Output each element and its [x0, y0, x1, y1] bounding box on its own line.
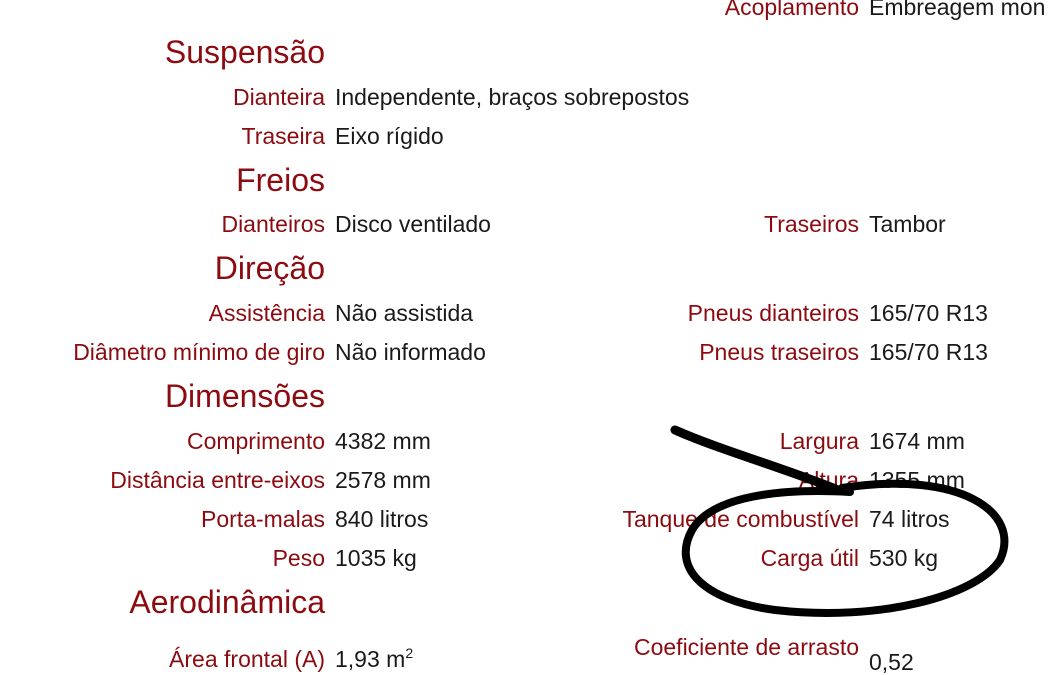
porta-malas-label: Porta-malas [201, 506, 325, 532]
section-title-suspensao: Suspensão [164, 34, 325, 70]
altura-label: Altura [798, 467, 859, 493]
diametro-giro-value: Não informado [335, 339, 486, 365]
freios-traseiros-value: Tambor [869, 211, 946, 237]
traseira-label: Traseira [241, 123, 326, 149]
dianteira-value: Independente, braços sobrepostos [335, 84, 690, 110]
pneus-traseiros-label: Pneus traseiros [699, 339, 859, 365]
entre-eixos-label: Distância entre-eixos [110, 467, 325, 493]
coeficiente-arrasto-label: Coeficiente de arrasto [633, 634, 859, 660]
carga-util-value: 530 kg [869, 545, 939, 571]
largura-label: Largura [779, 428, 859, 454]
area-frontal-label: Área frontal (A) [169, 646, 325, 672]
pneus-dianteiros-value: 165/70 R13 [869, 300, 988, 326]
largura-value: 1674 mm [869, 428, 965, 454]
section-title-aerodinamica: Aerodinâmica [129, 584, 325, 620]
diametro-giro-label: Diâmetro mínimo de giro [73, 339, 325, 365]
section-title-dimensoes: Dimensões [164, 378, 325, 414]
altura-value: 1355 mm [869, 467, 965, 493]
dianteira-label: Dianteira [232, 84, 325, 110]
freios-dianteiros-value: Disco ventilado [335, 211, 491, 237]
tanque-label: Tanque de combustível [622, 506, 859, 532]
acoplamento-value: Embreagem mon [869, 0, 1046, 20]
traseira-value: Eixo rígido [335, 123, 444, 149]
pneus-dianteiros-label: Pneus dianteiros [687, 300, 859, 326]
section-title-freios: Freios [236, 162, 325, 198]
pneus-traseiros-value: 165/70 R13 [869, 339, 988, 365]
coeficiente-arrasto-value: 0,52 [869, 649, 914, 675]
peso-value: 1035 kg [335, 545, 417, 571]
carga-util-label: Carga útil [760, 545, 859, 571]
assistencia-value: Não assistida [335, 300, 474, 326]
acoplamento-label: Acoplamento [724, 0, 859, 20]
freios-traseiros-label: Traseiros [764, 211, 859, 237]
entre-eixos-value: 2578 mm [335, 467, 431, 493]
tanque-value: 74 litros [869, 506, 950, 532]
comprimento-label: Comprimento [186, 428, 325, 454]
area-frontal-value: 1,93 m2 [335, 645, 414, 672]
assistencia-label: Assistência [208, 300, 325, 326]
section-title-direcao: Direção [214, 250, 325, 286]
comprimento-value: 4382 mm [335, 428, 431, 454]
freios-dianteiros-label: Dianteiros [221, 211, 325, 237]
peso-label: Peso [272, 545, 325, 571]
area-unit-superscript: 2 [405, 645, 414, 661]
porta-malas-value: 840 litros [335, 506, 429, 532]
